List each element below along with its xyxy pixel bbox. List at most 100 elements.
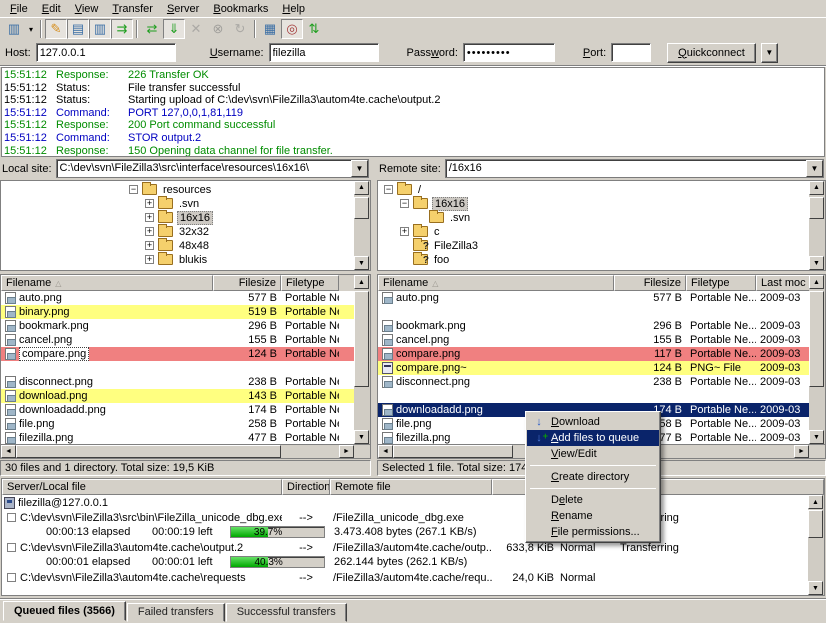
scroll-up-button[interactable]: ▲ [809,275,824,289]
file-row-cancel-png[interactable]: cancel.png155 BPortable Netwo [1,333,370,347]
tab-queued-files-3566[interactable]: Queued files (3566) [3,601,126,621]
vertical-scrollbar[interactable]: ▲▼ [809,275,825,444]
tree-item-32x32[interactable]: +32x32 [1,225,370,239]
expander-icon[interactable]: + [145,213,154,222]
scroll-down-button[interactable]: ▼ [809,256,824,270]
menu-edit[interactable]: Edit [35,2,68,16]
expander-icon[interactable]: + [145,255,154,264]
file-row-cancel-png[interactable]: cancel.png155 BPortable Ne...2009-03 [378,333,825,347]
expander-icon[interactable]: + [400,227,409,236]
expander-icon[interactable]: + [145,199,154,208]
tree-item-filezilla3[interactable]: ?FileZilla3 [378,239,825,253]
column-header-filename[interactable]: Filename△ [1,275,213,291]
tree-item-foo[interactable]: ?foo [378,253,825,267]
toggle-queue-button[interactable]: ⇉ [111,19,133,39]
scroll-left-button[interactable]: ◄ [378,445,393,458]
file-row-disconnect-png[interactable]: disconnect.png238 BPortable Ne...2009-03 [378,375,825,389]
scroll-down-button[interactable]: ▼ [808,581,823,595]
scroll-down-button[interactable]: ▼ [354,256,369,270]
file-row-auto-png[interactable]: auto.png577 BPortable Netwo [1,291,370,305]
file-row-file-png[interactable]: file.png258 BPortable Netwo [1,417,370,431]
expander-icon[interactable]: − [400,199,409,208]
local-path-combo[interactable]: C:\dev\svn\FileZilla3\src\interface\reso… [56,159,369,178]
filter-button[interactable]: ▦ [259,19,281,39]
queue-row[interactable]: filezilla@127.0.0.1 [2,495,824,510]
horizontal-scrollbar[interactable]: ◄► [1,444,370,458]
toggle-local-tree-button[interactable]: ▤ [67,19,89,39]
refresh-button[interactable]: ⇄ [141,19,163,39]
queue-item-checkbox[interactable] [7,573,16,582]
tree-item-item[interactable]: −/ [378,183,825,197]
queue-row[interactable]: C:\dev\svn\FileZilla3\autom4te.cache\req… [2,570,824,585]
username-input[interactable] [269,43,379,62]
local-path-dropdown-button[interactable]: ▼ [351,160,368,177]
scroll-up-button[interactable]: ▲ [808,495,823,509]
column-header-filetype[interactable]: Filetype [686,275,756,291]
tree-item-16x16[interactable]: +16x16 [1,211,370,225]
process-queue-button[interactable]: ⇓ [163,19,185,39]
file-row-bookmark-png[interactable]: bookmark.png296 BPortable Ne...2009-03 [378,319,825,333]
menu-file[interactable]: File [3,2,35,16]
queue-row[interactable]: C:\dev\svn\FileZilla3\autom4te.cache\out… [2,540,824,555]
file-row-auto-png[interactable]: auto.png577 BPortable Ne...2009-03 [378,291,825,305]
scroll-thumb[interactable] [809,197,824,219]
queue-item-checkbox[interactable] [7,543,16,552]
context-menu-create-directory[interactable]: Create directory [527,469,659,485]
vertical-scrollbar[interactable]: ▲▼ [809,181,825,270]
queue-progress-row[interactable]: 00:00:13 elapsed00:00:19 left39.7%3.473.… [2,525,824,540]
scroll-down-button[interactable]: ▼ [809,430,824,444]
scroll-left-button[interactable]: ◄ [1,445,16,458]
context-menu-file-permissions[interactable]: File permissions... [527,524,659,540]
file-row-filezilla-png[interactable]: filezilla.png477 BPortable Netwo [1,431,370,444]
expander-icon[interactable]: + [145,241,154,250]
tree-item-c[interactable]: +c [378,225,825,239]
context-menu-view-edit[interactable]: View/Edit [527,446,659,462]
expander-icon[interactable]: + [145,227,154,236]
scroll-up-button[interactable]: ▲ [354,275,369,289]
file-row-compare-png[interactable]: compare.png117 BPortable Ne...2009-03 [378,347,825,361]
scroll-down-button[interactable]: ▼ [354,430,369,444]
scroll-right-button[interactable]: ► [339,445,354,458]
queue-scrollbar[interactable]: ▲▼ [808,495,824,595]
scroll-thumb[interactable] [393,445,513,458]
expander-icon[interactable]: − [129,185,138,194]
toggle-message-log-button[interactable]: ✎ [45,19,67,39]
file-row-bookmark-png[interactable]: bookmark.png296 BPortable Netwo [1,319,370,333]
queue-progress-row[interactable]: 00:00:01 elapsed00:00:01 left40.3%262.14… [2,555,824,570]
scroll-up-button[interactable]: ▲ [354,181,369,195]
column-header-filename[interactable]: Filename△ [378,275,614,291]
column-header-filesize[interactable]: Filesize [614,275,686,291]
column-header-filetype[interactable]: Filetype [281,275,339,291]
file-row-downloadadd-png[interactable]: downloadadd.png174 BPortable Netwo [1,403,370,417]
context-menu-rename[interactable]: Rename [527,508,659,524]
scroll-up-button[interactable]: ▲ [809,181,824,195]
context-menu-add-files-to-queue[interactable]: ↓+Add files to queue [527,430,659,446]
toggle-remote-tree-button[interactable]: ▥ [89,19,111,39]
remote-path-dropdown-button[interactable]: ▼ [806,160,823,177]
scroll-thumb[interactable] [16,445,281,458]
menu-server[interactable]: Server [160,2,206,16]
menu-transfer[interactable]: Transfer [105,2,160,16]
tree-item-16x16[interactable]: −16x16 [378,197,825,211]
scroll-thumb[interactable] [809,291,824,387]
menu-bookmarks[interactable]: Bookmarks [206,2,275,16]
tree-item-48x48[interactable]: +48x48 [1,239,370,253]
queue-item-checkbox[interactable] [7,513,16,522]
tree-item-svn[interactable]: +.svn [1,197,370,211]
quickconnect-dropdown-button[interactable]: ▼ [761,43,778,63]
tree-item-svn[interactable]: .svn [378,211,825,225]
context-menu-delete[interactable]: Delete [527,492,659,508]
queue-column-header-remote-file[interactable]: Remote file [330,479,492,495]
password-input[interactable] [463,43,555,62]
file-row-disconnect-png[interactable]: disconnect.png238 BPortable Netwo [1,375,370,389]
vertical-scrollbar[interactable]: ▲▼ [354,181,370,270]
file-row-binary-png[interactable]: binary.png519 BPortable Netwo [1,305,370,319]
tab-successful-transfers[interactable]: Successful transfers [226,603,347,622]
port-input[interactable] [611,43,651,62]
queue-row[interactable]: C:\dev\svn\FileZilla3\src\bin\FileZilla_… [2,510,824,525]
quickconnect-button[interactable]: Quickconnect [667,43,756,63]
expander-icon[interactable]: − [384,185,393,194]
file-row-compare-png[interactable]: compare.png~124 BPNG~ File2009-03 [378,361,825,375]
scroll-right-button[interactable]: ► [794,445,809,458]
scroll-thumb[interactable] [354,291,369,387]
